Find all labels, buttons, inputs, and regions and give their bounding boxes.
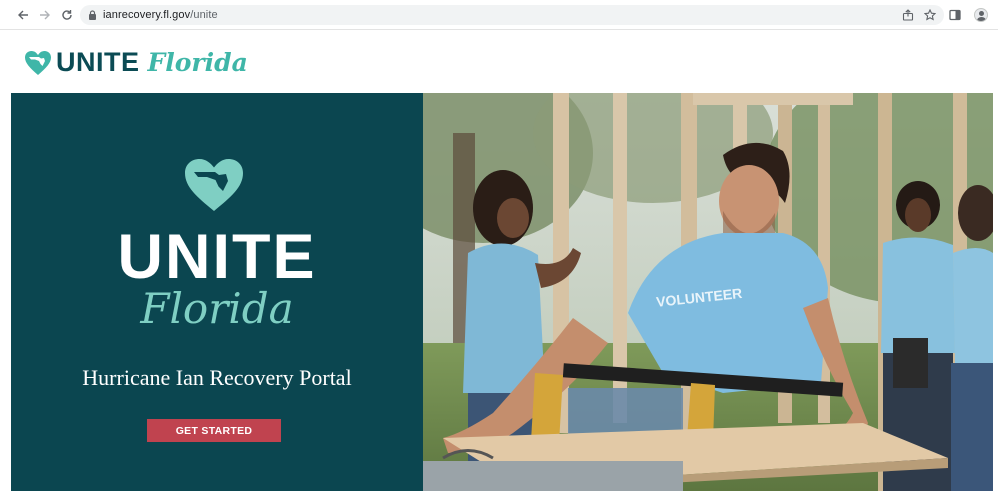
reload-icon[interactable]: [57, 5, 77, 25]
avatar[interactable]: [974, 8, 988, 22]
hero-panel: UNITE Florida Hurricane Ian Recovery Por…: [11, 93, 423, 491]
hero-unite-heading: UNITE: [117, 222, 317, 292]
browser-toolbar: ianrecovery.fl.gov/unite: [0, 0, 998, 30]
back-icon[interactable]: [13, 5, 33, 25]
unite-florida-logo[interactable]: UNITE Florida: [24, 47, 248, 78]
url-domain: ianrecovery.fl.gov: [103, 9, 191, 21]
logo-florida-text: Florida: [147, 48, 248, 77]
share-icon[interactable]: [900, 7, 916, 23]
star-icon[interactable]: [922, 7, 938, 23]
heart-florida-icon: [185, 159, 243, 211]
lock-icon[interactable]: [88, 10, 97, 20]
url-text: ianrecovery.fl.gov/unite: [103, 9, 218, 21]
address-bar[interactable]: ianrecovery.fl.gov/unite: [80, 5, 944, 25]
logo-unite-text: UNITE: [56, 47, 140, 77]
profile-icon[interactable]: [972, 5, 990, 25]
url-path: /unite: [190, 9, 218, 21]
hero-florida-heading: Florida: [140, 284, 294, 333]
volunteers-photo: VOLUNTEER: [423, 93, 993, 491]
forward-icon[interactable]: [35, 5, 55, 25]
heart-florida-icon: [25, 50, 51, 75]
side-panel-icon[interactable]: [946, 5, 964, 25]
get-started-button[interactable]: GET STARTED: [147, 419, 281, 442]
hero-tagline: Hurricane Ian Recovery Portal: [82, 365, 352, 390]
hero-photo: VOLUNTEER: [423, 93, 993, 491]
site-header: UNITE Florida: [0, 31, 998, 93]
